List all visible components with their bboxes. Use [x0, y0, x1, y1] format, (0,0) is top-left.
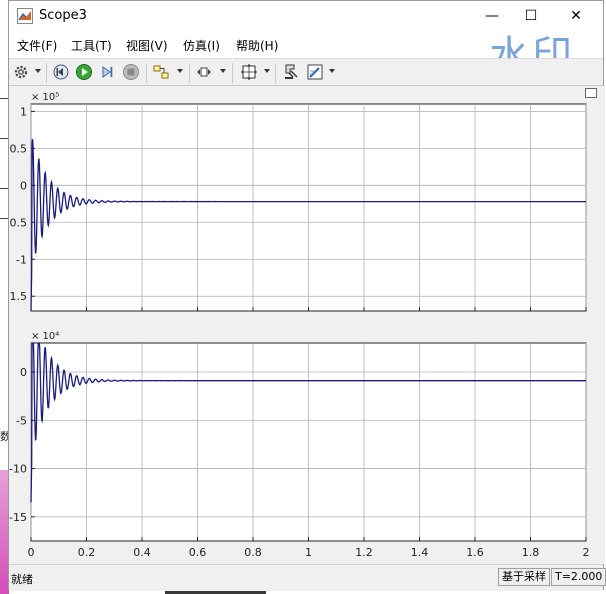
signal-select-icon[interactable]	[152, 63, 170, 81]
fit-dropdown-caret[interactable]	[264, 69, 270, 73]
style-icon[interactable]	[306, 63, 324, 81]
y-tick-label: 0	[20, 179, 27, 192]
toolbar-separator	[275, 63, 276, 83]
zoom-icon[interactable]	[195, 63, 213, 81]
x-tick-label: 1.8	[522, 546, 540, 559]
y-tick-label: -5	[16, 414, 27, 427]
status-bar: 就绪 基于采样 T=2.000	[9, 564, 606, 591]
signal-select-dropdown-caret[interactable]	[177, 69, 183, 73]
x-tick-label: 0.4	[133, 546, 151, 559]
x-tick-label: 0.6	[189, 546, 207, 559]
window-title: Scope3	[39, 8, 87, 23]
menu-help[interactable]: 帮助(H)	[236, 37, 278, 54]
matlab-app-icon	[17, 8, 33, 24]
stop-icon[interactable]	[122, 63, 140, 81]
x-tick-label: 0	[28, 546, 35, 559]
status-ready: 就绪	[11, 573, 33, 586]
highlight-block-icon[interactable]	[282, 63, 300, 81]
y-tick-label: -15	[9, 511, 27, 524]
y-tick-label: 0.5	[10, 142, 28, 155]
zoom-dropdown-caret[interactable]	[220, 69, 226, 73]
sim-time-indicator: T=2.000	[551, 568, 606, 586]
menu-file[interactable]: 文件(F)	[17, 37, 57, 54]
y-tick-label: -1	[16, 253, 27, 266]
style-dropdown-caret[interactable]	[329, 69, 335, 73]
x-tick-label: 1.4	[411, 546, 429, 559]
step-back-icon[interactable]	[52, 63, 70, 81]
run-icon[interactable]	[75, 63, 93, 81]
y-tick-label: -1.5	[9, 290, 27, 303]
y-tick-label: 1	[20, 105, 27, 118]
step-forward-icon[interactable]	[98, 63, 116, 81]
y-tick-label: 0	[20, 366, 27, 379]
y-exponent-label: × 10⁴	[31, 331, 59, 342]
x-tick-label: 1.6	[466, 546, 484, 559]
undock-legend-icon[interactable]	[585, 88, 597, 98]
toolbar-separator	[189, 63, 190, 83]
toolbar-separator	[46, 63, 47, 83]
y-tick-label: -10	[9, 463, 27, 476]
x-tick-label: 0.2	[78, 546, 96, 559]
background-window-text: 数	[0, 430, 8, 443]
y-tick-label: -0.5	[9, 216, 27, 229]
plot-area: 1 0.5 0 -0.5 -1 -1.5 × 10⁵ 0 -5 -10 -15 × 10⁴ 0 0.2 0.…	[6, 86, 605, 564]
y-exponent-label: × 10⁵	[31, 92, 59, 103]
menu-view[interactable]: 视图(V)	[126, 37, 168, 54]
scope-window: Scope3 — ☐ ✕ 文件(F) 工具(T) 视图(V) 仿真(I) 帮助(…	[6, 0, 606, 591]
settings-dropdown-caret[interactable]	[35, 69, 41, 73]
x-tick-label: 2	[583, 546, 590, 559]
menu-tools[interactable]: 工具(T)	[71, 37, 112, 54]
toolbar-separator	[146, 63, 147, 83]
menu-simulation[interactable]: 仿真(I)	[183, 37, 220, 54]
sample-mode-indicator: 基于采样	[498, 568, 550, 586]
x-tick-label: 1.2	[355, 546, 373, 559]
scope-plots[interactable]: 1 0.5 0 -0.5 -1 -1.5 × 10⁵ 0 -5 -10 -15 × 10⁴ 0 0.2 0.…	[6, 86, 605, 564]
x-tick-label: 1	[305, 546, 312, 559]
x-tick-label: 0.8	[244, 546, 262, 559]
settings-icon[interactable]	[12, 63, 30, 81]
fit-to-view-icon[interactable]	[240, 63, 258, 81]
toolbar	[9, 58, 603, 86]
toolbar-separator	[232, 63, 233, 83]
